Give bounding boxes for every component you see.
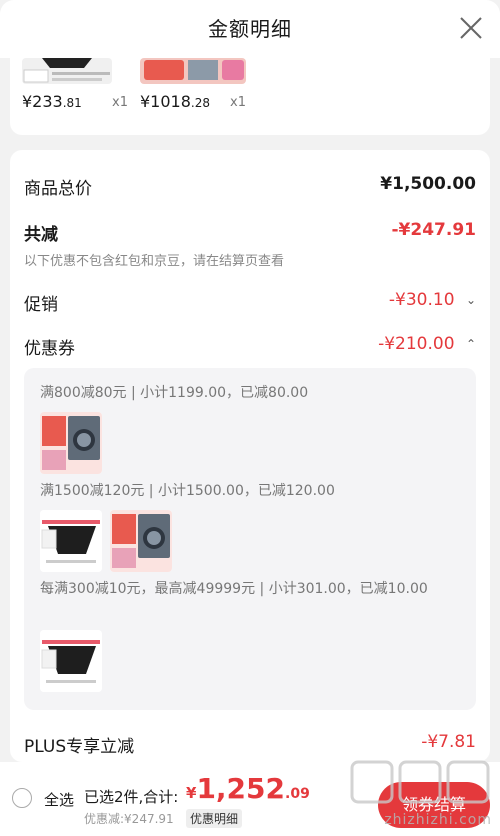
item-1-price: ¥233.81 (22, 92, 82, 111)
product-card: ¥233.81 x1 ¥1018.28 x1 (10, 58, 490, 135)
coupon-rule-2: 满1500减120元 | 小计1500.00，已减120.00 (40, 483, 335, 499)
watermark-text: zhizhizhi.com (384, 812, 492, 828)
coupon-rule-3: 每满300减10元，最高减49999元 | 小计301.00，已减10.00 (40, 581, 428, 597)
select-all-radio[interactable] (12, 788, 32, 808)
total-reduce-label: 共减 (24, 225, 58, 245)
watermark-logo-icon (350, 760, 490, 804)
item-2-qty: x1 (230, 95, 246, 110)
promo-value: -¥30.10 (388, 290, 455, 310)
coupon-3-item-briefs[interactable] (40, 630, 102, 692)
coupon-value: -¥210.00 (378, 334, 455, 354)
washer-image-icon (140, 58, 246, 84)
briefs-image-icon (40, 630, 102, 692)
briefs-image-icon (22, 58, 112, 84)
total-reduce-value: -¥247.91 (391, 220, 477, 240)
goods-total-row: 商品总价 ¥1,500.00 (24, 174, 476, 199)
total-amount: ¥1,252.09 (186, 772, 310, 805)
select-all-label[interactable]: 全选 (44, 789, 74, 810)
coupon-2-item-washer[interactable] (110, 510, 172, 572)
goods-total-value: ¥1,500.00 (380, 174, 476, 194)
chevron-down-icon[interactable]: ⌄ (466, 293, 476, 307)
coupon-detail-panel: 满800减80元 | 小计1199.00，已减80.00 满1500减120元 … (24, 368, 476, 710)
briefs-image-icon (40, 510, 102, 572)
close-icon[interactable] (458, 15, 484, 41)
coupon-2-item-briefs[interactable] (40, 510, 102, 572)
plus-reduce-value: -¥7.81 (421, 732, 476, 752)
chevron-up-icon[interactable]: ⌃ (466, 337, 476, 351)
selected-summary: 已选2件,合计: (84, 788, 179, 806)
coupon-1-item-washer[interactable] (40, 412, 102, 474)
coupon-row[interactable]: 优惠券 -¥210.00 ⌃ (24, 334, 476, 359)
sheet-header: 金额明细 (0, 0, 500, 58)
discount-detail-link[interactable]: 优惠明细 (186, 809, 243, 828)
coupon-label: 优惠券 (24, 339, 75, 359)
amount-detail-card: 商品总价 ¥1,500.00 共减 -¥247.91 以下优惠不包含红包和京豆，… (10, 150, 490, 762)
reduce-note: 以下优惠不包含红包和京豆，请在结算页查看 (24, 254, 285, 269)
item-1-qty: x1 (112, 95, 128, 110)
plus-reduce-label: PLUS专享立减 (24, 737, 135, 757)
promo-label: 促销 (24, 295, 58, 315)
coupon-rule-1: 满800减80元 | 小计1199.00，已减80.00 (40, 385, 309, 401)
promo-row[interactable]: 促销 -¥30.10 ⌄ (24, 290, 476, 315)
item-2-price: ¥1018.28 (140, 92, 210, 111)
sheet-title: 金额明细 (208, 17, 292, 41)
discount-summary: 优惠减:¥247.91 (84, 812, 174, 826)
product-thumbnail-briefs[interactable] (22, 58, 112, 84)
goods-total-label: 商品总价 (24, 179, 92, 199)
washer-image-icon (110, 510, 172, 572)
product-thumbnail-washer[interactable] (140, 58, 246, 84)
plus-reduce-row: PLUS专享立减 -¥7.81 (24, 732, 476, 757)
washer-image-icon (40, 412, 102, 474)
total-reduce-row: 共减 -¥247.91 (24, 220, 476, 245)
